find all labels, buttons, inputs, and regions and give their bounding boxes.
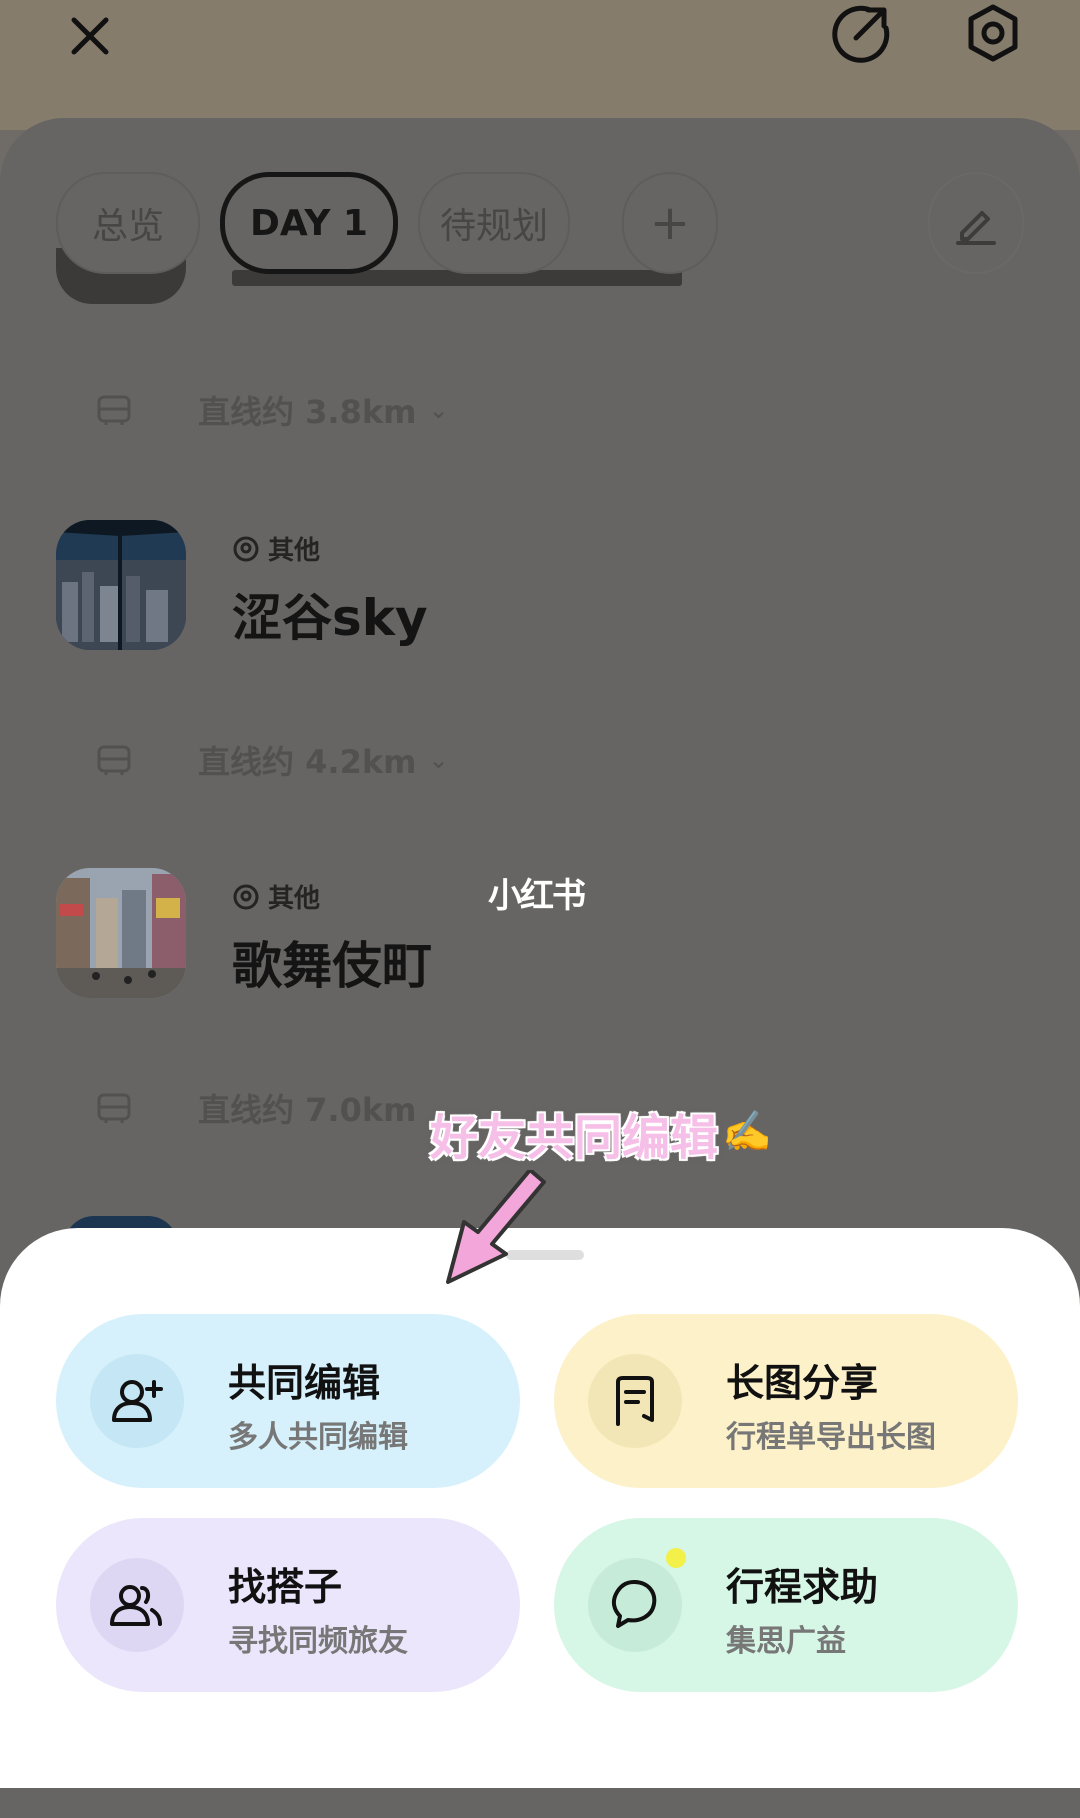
hexagon-settings-icon[interactable] — [960, 0, 1026, 66]
place-name: 歌舞伎町 — [232, 937, 432, 995]
find-partner-subtitle: 寻找同频旅友 — [228, 1624, 408, 1659]
trip-help-subtitle: 集思广益 — [726, 1624, 846, 1659]
notification-dot — [666, 1548, 686, 1568]
route-icon — [97, 1093, 131, 1123]
distance-row[interactable]: 直线约 4.2km ⌄ — [96, 736, 449, 784]
document-icon — [588, 1354, 682, 1448]
place-name: 涩谷sky — [232, 589, 428, 647]
bottom-action-panel — [0, 1228, 1080, 1788]
top-bar — [0, 0, 1080, 130]
chevron-down-icon: ⌄ — [428, 396, 449, 424]
co-edit-card[interactable]: 共同编辑 多人共同编辑 — [56, 1314, 520, 1488]
place-category: 其他 — [232, 878, 320, 915]
find-partner-title: 找搭子 — [228, 1565, 343, 1609]
distance-text: 直线约 7.0km — [198, 1091, 417, 1129]
pink-arrow-icon — [446, 1170, 546, 1284]
place-category: 其他 — [232, 530, 320, 567]
route-icon — [97, 745, 131, 775]
place-thumbnail — [56, 520, 186, 650]
day-tabs: 总览 DAY 1 待规划 + — [56, 172, 1036, 274]
share-arrow-icon[interactable] — [828, 0, 894, 66]
trip-help-title: 行程求助 — [726, 1565, 879, 1609]
add-day-button[interactable]: + — [622, 172, 718, 274]
tab-to-plan[interactable]: 待规划 — [418, 172, 570, 274]
co-edit-subtitle: 多人共同编辑 — [228, 1420, 408, 1455]
trip-help-card[interactable]: 行程求助 集思广益 — [554, 1518, 1018, 1692]
pencil-icon — [956, 211, 996, 245]
writing-hand-icon: ✍️ — [722, 1109, 772, 1155]
watermark-logo: 小红书 — [488, 876, 586, 916]
chevron-down-icon: ⌄ — [428, 746, 449, 774]
long-image-share-card[interactable]: 长图分享 行程单导出长图 — [554, 1314, 1018, 1488]
long-image-share-title: 长图分享 — [726, 1361, 879, 1405]
distance-text: 直线约 4.2km — [198, 743, 417, 781]
place-thumbnail — [56, 868, 186, 998]
tab-overview[interactable]: 总览 — [56, 172, 200, 274]
location-pin-icon — [233, 884, 259, 909]
long-image-share-subtitle: 行程单导出长图 — [726, 1420, 936, 1455]
close-icon[interactable] — [60, 6, 120, 66]
find-partner-card[interactable]: 找搭子 寻找同频旅友 — [56, 1518, 520, 1692]
chat-bubble-icon — [588, 1558, 682, 1652]
users-icon — [90, 1558, 184, 1652]
place-item[interactable]: 其他 涩谷sky — [56, 520, 956, 660]
add-user-icon — [90, 1354, 184, 1448]
edit-button[interactable] — [928, 172, 1024, 274]
tab-day-1[interactable]: DAY 1 — [220, 172, 398, 274]
location-pin-icon — [233, 536, 259, 561]
route-icon — [97, 395, 131, 425]
co-edit-title: 共同编辑 — [228, 1361, 381, 1405]
callout-text: 好友共同编辑 — [430, 1110, 719, 1166]
distance-row[interactable]: 直线约 3.8km ⌄ — [96, 386, 449, 434]
distance-text: 直线约 3.8km — [198, 393, 417, 431]
distance-row[interactable]: 直线约 7.0km — [96, 1084, 416, 1132]
